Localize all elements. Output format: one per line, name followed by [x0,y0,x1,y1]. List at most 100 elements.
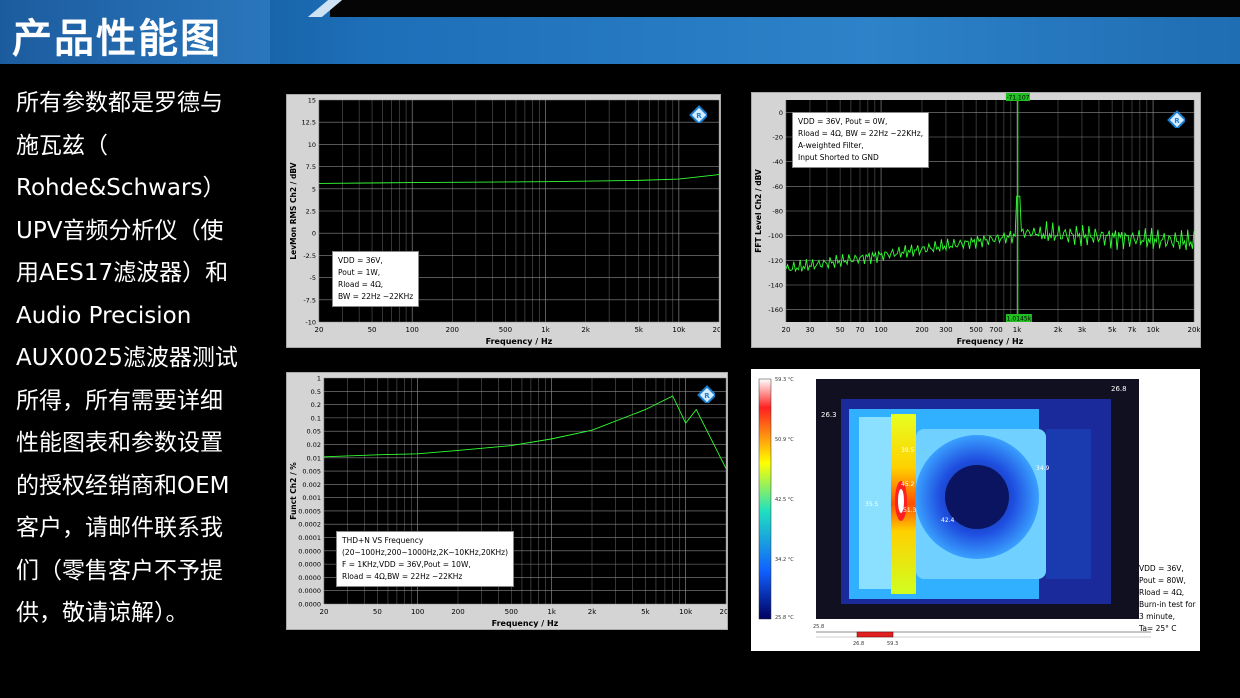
header-dark-strip [330,0,1240,17]
description: 所有参数都是罗德与 施瓦兹（ Rohde&Schwars） UPV音频分析仪（使… [16,82,256,635]
y-tick-label: -40 [772,158,783,166]
x-tick-label: 300 [939,326,952,334]
y-tick-label: 0.5 [311,388,321,396]
y-tick-label: 0.0000 [298,601,321,609]
y-tick-label: 7.5 [306,163,316,171]
y-tick-label: -80 [772,208,783,216]
legend-line: THD+N VS Frequency [342,536,424,545]
legend-line: VDD = 36V, Pout = 0W, [798,117,888,126]
description-line: 所得，所有需要详细 [16,387,223,414]
x-tick-label: 500 [499,326,512,334]
x-tick-label: 200 [451,608,464,616]
legend-line: Rload = 4Ω,BW = 22Hz ~22KHz [342,572,463,581]
x-tick-label: 2k [581,326,590,334]
x-tick-label: 500 [969,326,982,334]
x-tick-label: 500 [505,608,518,616]
x-tick-label: 20k [1188,326,1200,334]
legend-line: VDD = 36V, [1139,564,1184,573]
legend-line: Input Shorted to GND [798,153,879,162]
y-tick-label: 0 [312,230,316,238]
y-tick-label: 0.02 [307,441,321,449]
x-tick-label: 100 [411,608,424,616]
y-tick-label: -60 [772,183,783,191]
marker-value-top: -71.107 [1006,95,1029,102]
y-axis-label: Funct Ch2 / % [289,462,298,520]
y-tick-label: 0.0000 [298,574,321,582]
legend-line: A-weighted Filter, [798,141,864,150]
x-tick-label: 70 [856,326,865,334]
y-tick-label: 0.0005 [298,507,321,515]
y-axis-label: FFT Level Ch2 / dBV [754,169,763,253]
rs-logo-icon: R [689,105,707,123]
legend-line: Pout = 80W, [1139,576,1186,585]
description-line: AUX0025滤波器测试 [16,345,238,371]
y-tick-label: -100 [768,232,783,240]
x-tick-label: 50 [836,326,845,334]
x-axis-label: Frequency / Hz [486,337,553,346]
x-tick-label: 20 [320,608,329,616]
header-bar: 产品性能图 [0,0,1240,64]
y-tick-label: 5 [312,185,316,193]
level-chart-panel: 15 12.5 10 7.5 5 2.5 0 -2.5 -5 -7.5 -10 20 50 100 200 5… [286,94,721,348]
thdn-chart-panel: 1 0.5 0.2 0.1 0.05 0.02 0.01 0.005 0.002 0.001 0.0… [286,372,728,630]
description-line: Audio Precision [16,302,192,329]
description-line: 用AES17滤波器）和 [16,260,229,286]
description-line: Rohde&Schwars） [16,175,226,201]
rs-logo-icon: R [697,385,715,403]
legend-line: F = 1KHz,VDD = 36V,Pout = 10W, [342,560,471,569]
x-axis-label: Frequency / Hz [492,619,559,628]
y-axis-label: LevMon RMS Ch2 / dBV [289,162,298,259]
y-tick-label: -140 [768,282,783,290]
x-tick-label: 1k [1013,326,1022,334]
legend-line: (20~100Hz,200~1000Hz,2K~10KHz,20KHz) [342,548,509,557]
y-tick-label: 0.01 [307,454,321,462]
x-tick-label: 20k [713,326,720,334]
x-tick-label: 20 [782,326,791,334]
y-tick-label: -160 [768,306,783,314]
y-tick-label: 0.0002 [298,521,321,529]
x-tick-label: 5k [1108,326,1117,334]
thermal-legend: VDD = 36V, Pout = 80W, Rload = 4Ω, Burn-… [1139,563,1196,635]
chart-svg: 1 0.5 0.2 0.1 0.05 0.02 0.01 0.005 0.002 0.001 0.0… [289,375,727,629]
y-tick-label: 0.0000 [298,547,321,555]
x-tick-label: 30 [805,326,814,334]
legend-line: Ta= 25° C [1139,624,1177,633]
chart-legend: VDD = 36V, Pout = 1W, Rload = 4Ω, BW = 22Hz… [332,251,420,307]
x-tick-label: 20 [315,326,324,334]
description-line: 性能图表和参数设置 [16,430,223,456]
range-label: 25.8 [813,624,825,630]
x-tick-label: 5k [634,326,643,334]
y-tick-label: 0.0000 [298,587,321,595]
y-tick-label: 15 [308,97,316,105]
description-line: 们（零售客户不予提 [16,557,223,584]
y-tick-label: 0.002 [302,481,321,489]
description-line: UPV音频分析仪（使 [16,217,224,244]
x-tick-label: 20k [720,608,727,616]
chart-legend: THD+N VS Frequency (20~100Hz,200~1000Hz,2… [336,531,515,587]
range-label: 26.8 [853,641,865,647]
y-tick-label: -20 [772,134,783,142]
x-tick-label: 2k [1054,326,1063,334]
description-line: 所有参数都是罗德与 [16,90,223,116]
y-tick-label: 1 [317,375,321,383]
x-tick-label: 700 [989,326,1002,334]
y-tick-label: 0 [779,109,783,117]
x-tick-label: 2k [588,608,597,616]
chart-legend: VDD = 36V, Pout = 0W, Rload = 4Ω, BW = 22… [792,112,930,168]
x-tick-label: 10k [672,326,686,334]
y-tick-label: 10 [308,141,316,149]
x-tick-label: 50 [373,608,382,616]
y-tick-label: -7.5 [303,296,316,304]
description-line: 的授权经销商和OEM [16,472,230,499]
legend-line: BW = 22Hz ~22KHz [338,292,414,301]
legend-line: VDD = 36V, [338,256,383,265]
y-tick-label: 2.5 [306,208,316,216]
legend-line: Burn-in test for [1139,600,1196,609]
x-tick-label: 200 [915,326,928,334]
svg-text:R: R [696,112,702,120]
y-tick-label: -120 [768,257,783,265]
y-tick-label: 0.05 [307,428,321,436]
y-tick-label: 0.2 [311,401,321,409]
x-tick-label: 50 [368,326,377,334]
rs-logo-icon: R [1167,110,1185,128]
